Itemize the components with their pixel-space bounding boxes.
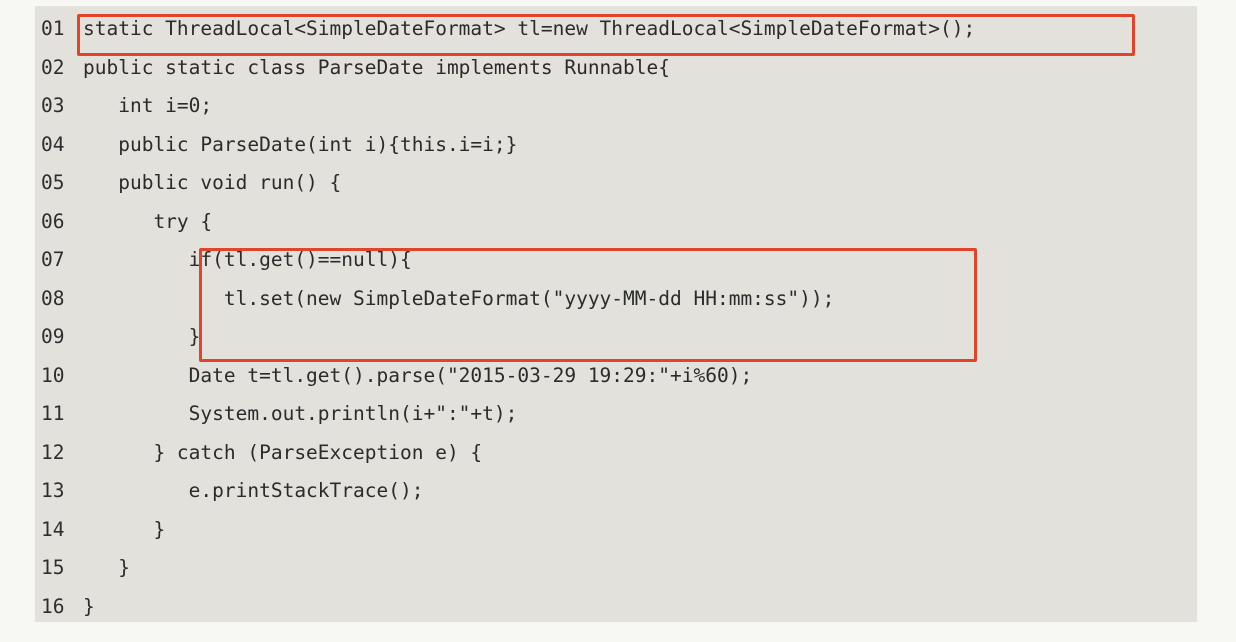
line-text: public void run() { bbox=[83, 171, 342, 194]
line-text: try { bbox=[83, 210, 213, 233]
line-number: 03 bbox=[41, 94, 65, 117]
code-line-11: 11 System.out.println(i+":"+t); bbox=[35, 395, 517, 433]
code-line-04: 04 public ParseDate(int i){this.i=i;} bbox=[35, 126, 517, 164]
code-line-16: 16} bbox=[35, 588, 95, 626]
code-line-06: 06 try { bbox=[35, 203, 212, 241]
line-text: static ThreadLocal<SimpleDateFormat> tl=… bbox=[83, 17, 976, 40]
line-text: public static class ParseDate implements… bbox=[83, 56, 670, 79]
code-line-09: 09 } bbox=[35, 318, 200, 356]
line-text: e.printStackTrace(); bbox=[83, 479, 424, 502]
line-text: System.out.println(i+":"+t); bbox=[83, 402, 518, 425]
code-line-13: 13 e.printStackTrace(); bbox=[35, 472, 423, 510]
code-listing: 01 static ThreadLocal<SimpleDateFormat> t… bbox=[35, 6, 1197, 622]
page: 01 static ThreadLocal<SimpleDateFormat> t… bbox=[0, 0, 1236, 642]
code-line-08: 08 tl.set(new SimpleDateFormat("yyyy-MM-… bbox=[35, 280, 834, 318]
code-line-02: 02 public static class ParseDate implemen… bbox=[35, 49, 670, 87]
line-number: 07 bbox=[41, 248, 65, 271]
code-line-10: 10 Date t=tl.get().parse("2015-03-29 19:… bbox=[35, 357, 752, 395]
line-number: 16 bbox=[41, 595, 65, 618]
line-text: if(tl.get()==null){ bbox=[83, 248, 412, 271]
code-line-07: 07 if(tl.get()==null){ bbox=[35, 241, 412, 279]
code-line-05: 05 public void run() { bbox=[35, 164, 341, 202]
code-line-03: 03 int i=0; bbox=[35, 87, 212, 125]
line-number: 05 bbox=[41, 171, 65, 194]
line-number: 06 bbox=[41, 210, 65, 233]
line-number: 10 bbox=[41, 364, 65, 387]
line-text: } bbox=[83, 325, 201, 348]
code-line-01: 01 static ThreadLocal<SimpleDateFormat> t… bbox=[35, 10, 975, 48]
line-text: } bbox=[83, 518, 166, 541]
line-text: tl.set(new SimpleDateFormat("yyyy-MM-dd … bbox=[83, 287, 835, 310]
code-line-14: 14 } bbox=[35, 511, 165, 549]
line-text: public ParseDate(int i){this.i=i;} bbox=[83, 133, 518, 156]
line-number: 04 bbox=[41, 133, 65, 156]
line-number: 14 bbox=[41, 518, 65, 541]
code-line-12: 12 } catch (ParseException e) { bbox=[35, 434, 482, 472]
line-text: int i=0; bbox=[83, 94, 213, 117]
line-text: Date t=tl.get().parse("2015-03-29 19:29:… bbox=[83, 364, 753, 387]
line-number: 13 bbox=[41, 479, 65, 502]
line-number: 08 bbox=[41, 287, 65, 310]
line-number: 02 bbox=[41, 56, 65, 79]
line-number: 12 bbox=[41, 441, 65, 464]
line-text: } bbox=[83, 556, 130, 579]
line-number: 15 bbox=[41, 556, 65, 579]
line-number: 09 bbox=[41, 325, 65, 348]
line-number: 01 bbox=[41, 17, 65, 40]
line-number: 11 bbox=[41, 402, 65, 425]
code-line-15: 15 } bbox=[35, 549, 130, 587]
line-text: } bbox=[83, 595, 95, 618]
line-text: } catch (ParseException e) { bbox=[83, 441, 483, 464]
